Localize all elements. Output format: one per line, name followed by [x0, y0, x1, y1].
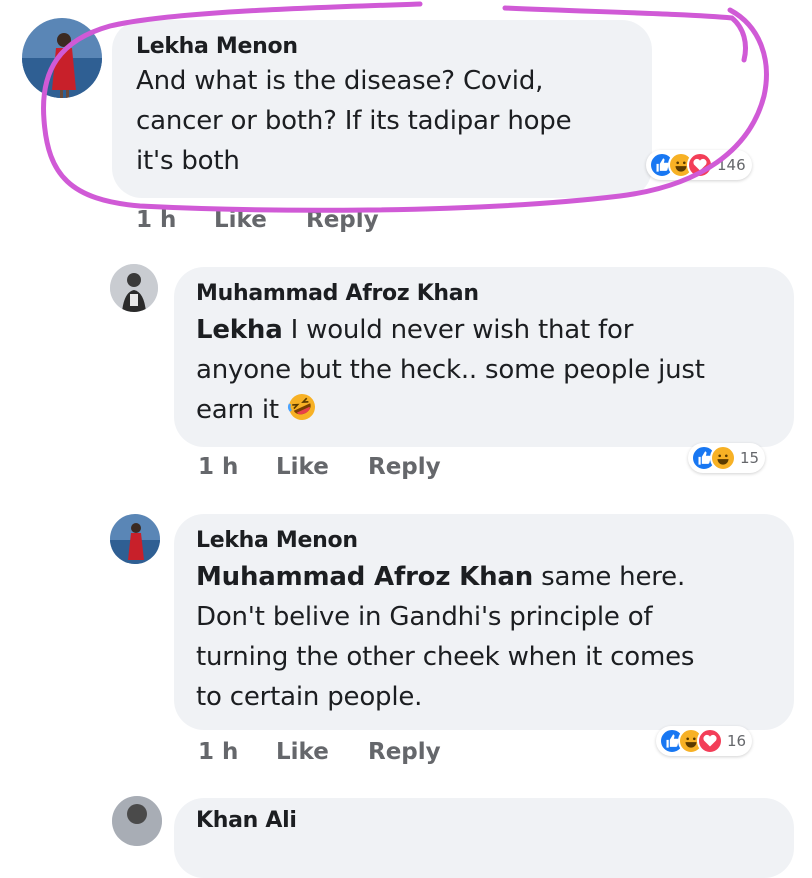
mention-link[interactable]: Muhammad Afroz Khan — [196, 562, 533, 592]
comment-bubble: Lekha Menon Muhammad Afroz Khan same her… — [174, 514, 794, 730]
like-button[interactable]: Like — [276, 454, 368, 480]
avatar[interactable] — [110, 264, 158, 312]
reaction-count: 16 — [727, 732, 747, 750]
comment-author[interactable]: Lekha Menon — [196, 528, 774, 553]
comment-text: Lekha I would never wish that for anyone… — [196, 315, 705, 425]
comment-author[interactable]: Muhammad Afroz Khan — [196, 281, 774, 306]
like-button[interactable]: Like — [276, 739, 368, 765]
comment-text: And what is the disease? Covid, cancer o… — [136, 66, 572, 176]
comment-bubble: Lekha Menon And what is the disease? Cov… — [112, 20, 652, 198]
rolling-on-floor-laughing-icon — [287, 392, 317, 422]
avatar[interactable] — [112, 796, 162, 846]
avatar[interactable] — [110, 514, 160, 564]
reaction-summary[interactable]: 15 — [688, 443, 766, 473]
love-icon — [687, 152, 713, 178]
avatar[interactable] — [22, 18, 102, 98]
haha-icon — [710, 445, 736, 471]
comment-time[interactable]: 1 h — [198, 454, 276, 480]
reaction-count: 15 — [740, 449, 760, 467]
reply-button[interactable]: Reply — [368, 739, 441, 765]
comment-actions: 1 h Like Reply — [198, 454, 441, 480]
comment-author[interactable]: Lekha Menon — [136, 34, 630, 59]
reply-button[interactable]: Reply — [306, 207, 379, 233]
love-icon — [697, 728, 723, 754]
comment-text: Muhammad Afroz Khan same here. Don't bel… — [196, 562, 695, 712]
reply-button[interactable]: Reply — [368, 454, 441, 480]
reaction-summary[interactable]: 146 — [646, 150, 752, 180]
comment-bubble: Muhammad Afroz Khan Lekha I would never … — [174, 267, 794, 447]
mention-link[interactable]: Lekha — [196, 315, 283, 345]
reaction-count: 146 — [717, 156, 746, 174]
reaction-summary[interactable]: 16 — [656, 726, 753, 756]
comment-time[interactable]: 1 h — [136, 207, 214, 233]
comment-bubble: Khan Ali — [174, 798, 794, 878]
comment-time[interactable]: 1 h — [198, 739, 276, 765]
like-button[interactable]: Like — [214, 207, 306, 233]
comment-author[interactable]: Khan Ali — [196, 808, 774, 833]
comment-actions: 1 h Like Reply — [198, 739, 441, 765]
comment-actions: 1 h Like Reply — [136, 207, 379, 233]
